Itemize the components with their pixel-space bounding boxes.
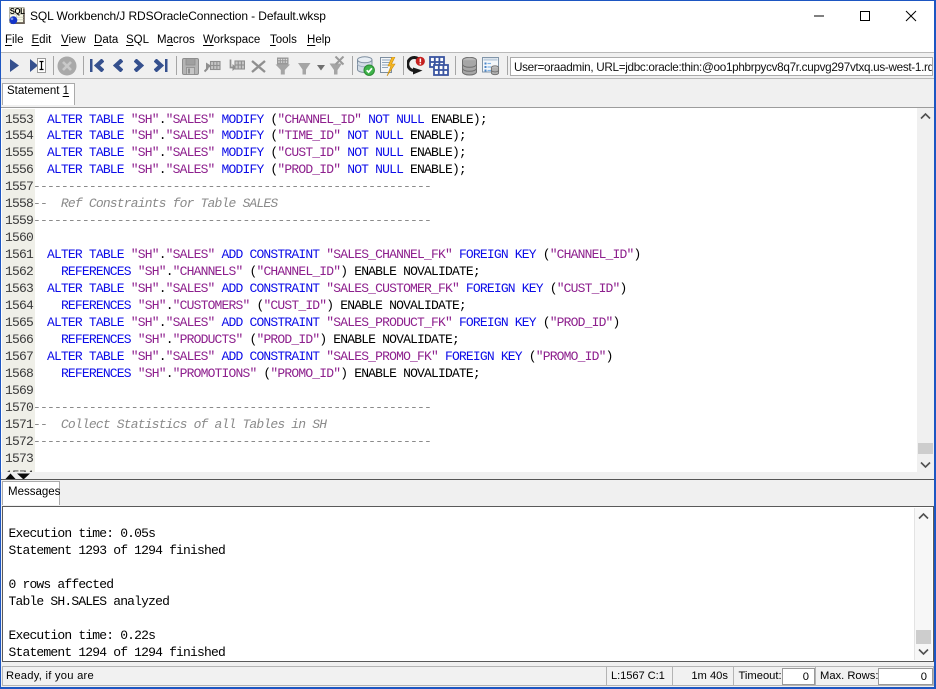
svg-text:SQL: SQL (10, 7, 25, 16)
